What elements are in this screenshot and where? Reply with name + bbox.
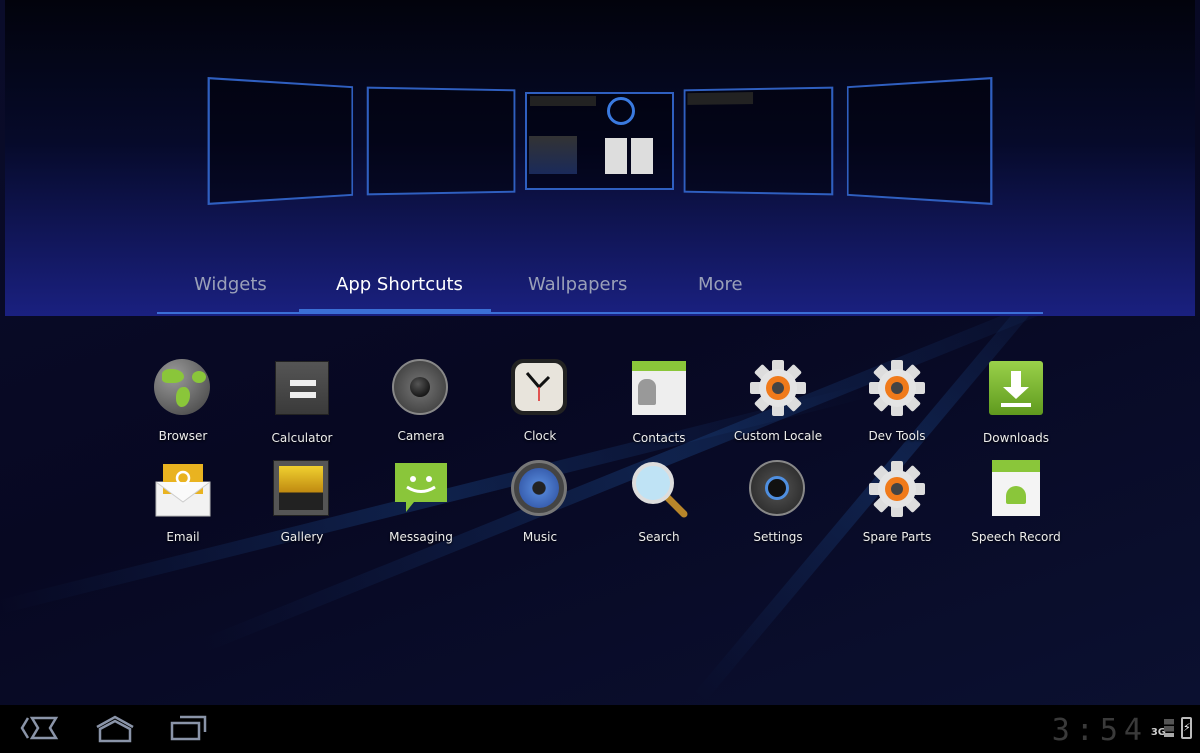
tab-app-shortcuts[interactable]: App Shortcuts (336, 274, 463, 295)
active-tab-indicator (299, 309, 491, 314)
settings-icon (749, 460, 807, 518)
calculator-icon (273, 361, 331, 419)
contacts-icon (630, 361, 688, 419)
app-label: Dev Tools (868, 429, 926, 443)
app-spare-parts[interactable]: Spare Parts (842, 460, 952, 544)
app-label: Contacts (632, 431, 686, 445)
back-button[interactable] (18, 715, 60, 741)
app-browser[interactable]: Browser (128, 359, 238, 443)
app-label: Search (638, 530, 680, 544)
workspace-3[interactable] (525, 92, 674, 190)
app-label: Clock (523, 429, 557, 443)
app-camera[interactable]: Camera (366, 359, 476, 443)
tab-bar: Widgets App Shortcuts Wallpapers More (157, 262, 1043, 314)
music-icon (511, 460, 569, 518)
app-calculator[interactable]: Calculator (247, 359, 357, 445)
app-label: Calculator (271, 431, 333, 445)
workspace-1[interactable] (207, 76, 354, 206)
gallery-icon (273, 460, 331, 518)
tab-wallpapers[interactable]: Wallpapers (528, 274, 627, 295)
app-email[interactable]: Email (128, 460, 238, 544)
app-label: Custom Locale (733, 429, 823, 443)
gear-icon (868, 460, 926, 518)
app-label: Messaging (389, 530, 453, 544)
app-label: Camera (397, 429, 445, 443)
app-label: Music (522, 530, 558, 544)
workspace-4[interactable] (683, 86, 834, 196)
workspace-5[interactable] (846, 76, 993, 206)
app-search[interactable]: Search (604, 460, 714, 544)
app-label: Email (166, 530, 200, 544)
download-icon (987, 361, 1045, 419)
tab-widgets[interactable]: Widgets (194, 274, 267, 295)
recent-apps-button[interactable] (170, 715, 208, 741)
home-button[interactable] (94, 715, 136, 743)
app-music[interactable]: Music (485, 460, 595, 544)
clock-time[interactable]: 3:54 (1052, 713, 1148, 748)
app-clock[interactable]: Clock (485, 359, 595, 443)
app-settings[interactable]: Settings (723, 460, 833, 544)
tab-more[interactable]: More (698, 274, 743, 295)
workspace-2[interactable] (366, 86, 516, 196)
app-dev-tools[interactable]: Dev Tools (842, 359, 952, 443)
email-icon (154, 460, 212, 518)
app-label: Browser (158, 429, 208, 443)
app-label: Speech Record (971, 530, 1061, 544)
battery-icon: ⚡ (1181, 717, 1192, 739)
app-custom-locale[interactable]: Custom Locale (723, 359, 833, 443)
app-messaging[interactable]: Messaging (366, 460, 476, 544)
app-label: Gallery (280, 530, 324, 544)
magnifier-icon (630, 460, 688, 518)
signal-icon (1164, 719, 1174, 737)
android-icon (987, 460, 1045, 518)
messaging-icon (392, 460, 450, 518)
app-downloads[interactable]: Downloads (961, 359, 1071, 445)
clock-icon (511, 359, 569, 417)
camera-icon (392, 359, 450, 417)
app-gallery[interactable]: Gallery (247, 460, 357, 544)
app-speech-record[interactable]: Speech Record (961, 460, 1071, 544)
app-label: Downloads (983, 431, 1049, 445)
gear-icon (749, 359, 807, 417)
app-label: Spare Parts (862, 530, 932, 544)
system-bar: 3:54 3G ⚡ (0, 705, 1200, 753)
app-contacts[interactable]: Contacts (604, 359, 714, 445)
globe-icon (154, 359, 212, 417)
gear-icon (868, 359, 926, 417)
app-label: Settings (753, 530, 803, 544)
